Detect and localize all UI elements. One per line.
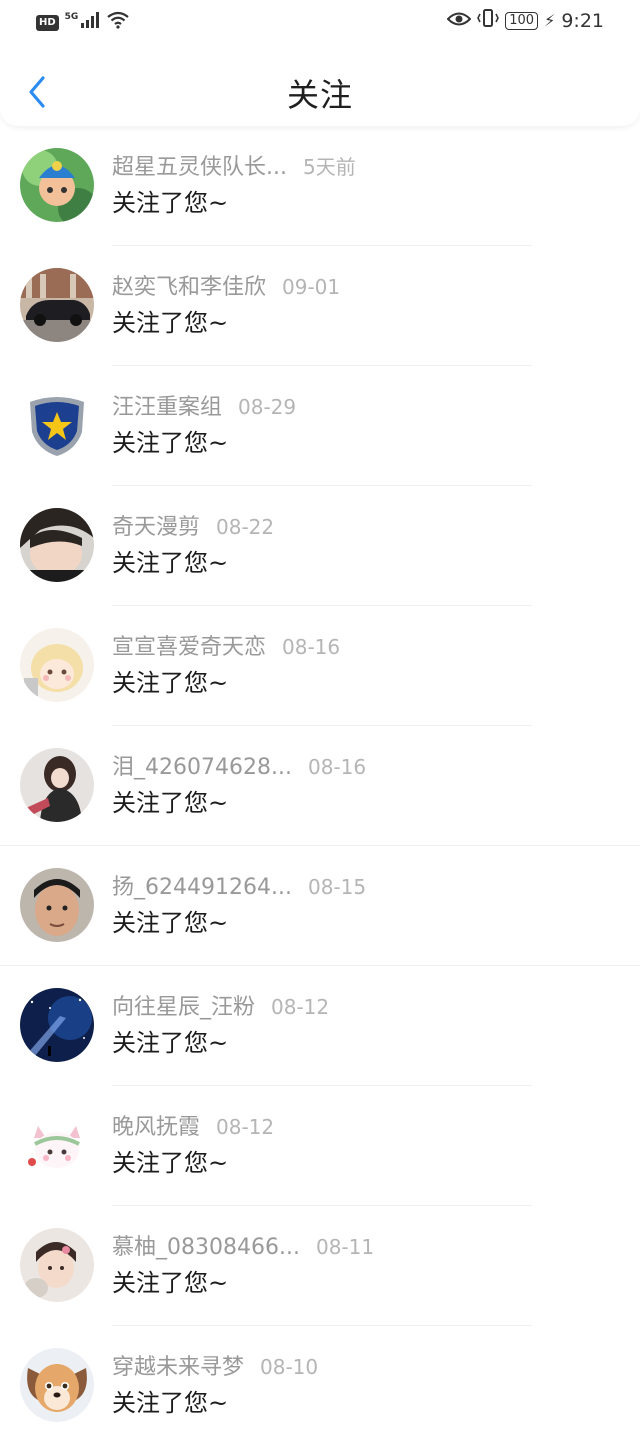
item-text: 宣宣喜爱奇天恋 08-16 关注了您~ [112, 632, 340, 699]
avatar[interactable] [20, 748, 94, 822]
list-item[interactable]: 慕柚_08308466... 08-11 关注了您~ [0, 1206, 640, 1326]
item-time: 08-12 [271, 995, 330, 1019]
user-name[interactable]: 向往星辰_汪粉 [112, 995, 255, 1020]
avatar[interactable] [20, 1108, 94, 1182]
avatar[interactable] [20, 868, 94, 942]
user-name[interactable]: 泪_426074628... [112, 755, 292, 780]
top-bar: HD 5G 100 ⚡ 9:21 关注 [0, 0, 640, 126]
avatar[interactable] [20, 1228, 94, 1302]
item-text: 泪_426074628... 08-16 关注了您~ [112, 752, 366, 819]
item-text: 向往星辰_汪粉 08-12 关注了您~ [112, 992, 329, 1059]
item-text: 扬_624491264... 08-15 关注了您~ [112, 872, 366, 939]
item-time: 08-11 [315, 1235, 375, 1259]
message-text: 关注了您~ [112, 909, 229, 937]
item-time: 09-01 [282, 275, 341, 299]
item-time: 08-16 [282, 635, 341, 659]
status-bar: HD 5G 100 ⚡ 9:21 [0, 0, 640, 44]
user-name[interactable]: 慕柚_08308466... [112, 1235, 300, 1260]
avatar[interactable] [20, 628, 94, 702]
item-text: 赵奕飞和李佳欣 09-01 关注了您~ [112, 272, 340, 339]
list-item[interactable]: 泪_426074628... 08-16 关注了您~ [0, 726, 640, 846]
list-item[interactable]: 赵奕飞和李佳欣 09-01 关注了您~ [0, 246, 640, 366]
item-text: 慕柚_08308466... 08-11 关注了您~ [112, 1232, 374, 1299]
eye-icon [446, 10, 472, 32]
message-text: 关注了您~ [112, 1149, 229, 1177]
list-item[interactable]: 穿越未来寻梦 08-10 关注了您~ [0, 1326, 640, 1446]
item-text: 奇天漫剪 08-22 关注了您~ [112, 512, 274, 579]
hd-badge: HD [36, 14, 59, 31]
item-time: 08-12 [216, 1115, 275, 1139]
message-text: 关注了您~ [112, 669, 229, 697]
message-text: 关注了您~ [112, 429, 229, 457]
item-time: 08-15 [307, 875, 367, 899]
user-name[interactable]: 奇天漫剪 [112, 515, 200, 540]
item-text: 穿越未来寻梦 08-10 关注了您~ [112, 1352, 318, 1419]
list-item[interactable]: 汪汪重案组 08-29 关注了您~ [0, 366, 640, 486]
nav-header: 关注 [0, 56, 640, 126]
message-text: 关注了您~ [112, 1389, 229, 1417]
avatar[interactable] [20, 988, 94, 1062]
signal-icon [80, 11, 100, 34]
status-right: 100 ⚡ 9:21 [446, 9, 604, 32]
user-name[interactable]: 赵奕飞和李佳欣 [112, 275, 266, 300]
notification-list: 超星五灵侠队长... 5天前 关注了您~ 赵奕飞和李佳欣 09-01 关注了您~… [0, 126, 640, 1446]
list-item[interactable]: 超星五灵侠队长... 5天前 关注了您~ [0, 126, 640, 246]
item-time: 08-10 [260, 1355, 319, 1379]
item-time: 5天前 [302, 155, 356, 179]
item-time: 08-22 [216, 515, 275, 539]
avatar[interactable] [20, 1348, 94, 1422]
user-name[interactable]: 汪汪重案组 [112, 395, 222, 420]
user-name[interactable]: 穿越未来寻梦 [112, 1355, 244, 1380]
user-name[interactable]: 晚风抚霞 [112, 1115, 200, 1140]
item-text: 晚风抚霞 08-12 关注了您~ [112, 1112, 274, 1179]
list-item[interactable]: 宣宣喜爱奇天恋 08-16 关注了您~ [0, 606, 640, 726]
list-item[interactable]: 扬_624491264... 08-15 关注了您~ [0, 846, 640, 966]
vibrate-icon [477, 9, 500, 32]
user-name[interactable]: 扬_624491264... [112, 875, 292, 900]
message-text: 关注了您~ [112, 549, 229, 577]
list-item[interactable]: 奇天漫剪 08-22 关注了您~ [0, 486, 640, 606]
avatar[interactable] [20, 148, 94, 222]
item-text: 超星五灵侠队长... 5天前 关注了您~ [112, 152, 356, 219]
clock: 9:21 [561, 9, 604, 32]
message-text: 关注了您~ [112, 1029, 229, 1057]
message-text: 关注了您~ [112, 1269, 229, 1297]
charging-icon: ⚡ [544, 11, 556, 30]
user-name[interactable]: 宣宣喜爱奇天恋 [112, 635, 266, 660]
avatar[interactable] [20, 388, 94, 462]
wifi-icon [106, 11, 130, 34]
user-name[interactable]: 超星五灵侠队长... [112, 155, 287, 180]
list-item[interactable]: 晚风抚霞 08-12 关注了您~ [0, 1086, 640, 1206]
item-text: 汪汪重案组 08-29 关注了您~ [112, 392, 296, 459]
status-left: HD 5G [36, 11, 130, 34]
item-time: 08-16 [307, 755, 367, 779]
battery-icon: 100 [505, 11, 539, 30]
list-item[interactable]: 向往星辰_汪粉 08-12 关注了您~ [0, 966, 640, 1086]
network-type: 5G [64, 11, 79, 22]
page-title: 关注 [286, 76, 353, 114]
message-text: 关注了您~ [112, 789, 229, 817]
avatar[interactable] [20, 268, 94, 342]
item-time: 08-29 [238, 395, 297, 419]
avatar[interactable] [20, 508, 94, 582]
message-text: 关注了您~ [112, 309, 229, 337]
message-text: 关注了您~ [112, 189, 229, 217]
